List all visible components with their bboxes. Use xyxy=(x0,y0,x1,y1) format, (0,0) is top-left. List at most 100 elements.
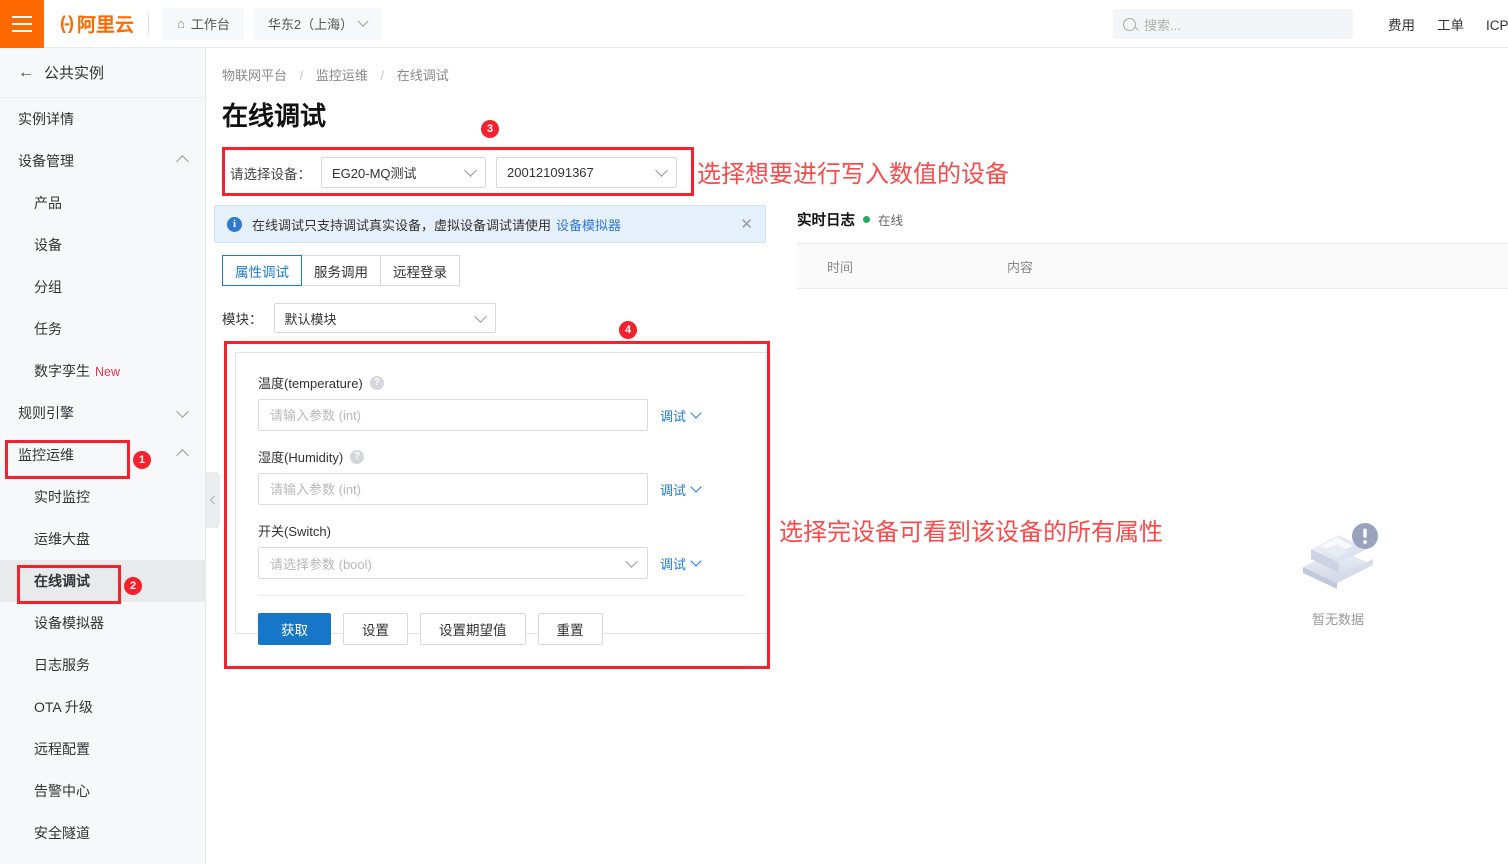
close-icon[interactable]: ✕ xyxy=(730,215,753,233)
action-button-1[interactable]: 设置 xyxy=(343,613,408,645)
sidebar-item-7[interactable]: 规则引擎 xyxy=(0,392,205,434)
sidebar-item-1[interactable]: 设备管理 xyxy=(0,140,205,182)
sidebar-item-2[interactable]: 产品 xyxy=(0,182,205,224)
sidebar-item-label: 实例详情 xyxy=(18,111,74,127)
chevron-down-icon[interactable] xyxy=(176,404,189,418)
info-alert-link-simulator[interactable]: 设备模拟器 xyxy=(556,215,621,234)
sidebar-item-4[interactable]: 分组 xyxy=(0,266,205,308)
help-icon[interactable]: ? xyxy=(369,375,384,390)
aliyun-logo[interactable]: (-) 阿里云 xyxy=(60,10,134,37)
chevron-down-icon xyxy=(357,15,369,27)
sidebar-item-8[interactable]: 监控运维 xyxy=(0,434,205,476)
property-field-1: 调试 xyxy=(258,473,746,505)
tab-service-call[interactable]: 服务调用 xyxy=(301,255,381,286)
module-select-value: 默认模块 xyxy=(284,311,337,327)
breadcrumb-item-online-debug[interactable]: 在线调试 xyxy=(397,68,449,83)
tab-service-call-label: 服务调用 xyxy=(314,264,368,280)
device-selector-label: 请选择设备： xyxy=(230,166,311,182)
search-box[interactable]: 搜索... xyxy=(1113,9,1353,39)
workbench-button[interactable]: ⌂ 工作台 xyxy=(163,7,244,40)
sidebar-item-label: 监控运维 xyxy=(18,447,74,463)
sidebar-item-3[interactable]: 设备 xyxy=(0,224,205,266)
sidebar-item-label: 告警中心 xyxy=(34,783,90,799)
chevron-down-icon xyxy=(690,407,702,419)
sidebar-item-label: 在线调试 xyxy=(34,573,90,589)
sidebar-item-5[interactable]: 任务 xyxy=(0,308,205,350)
tab-property-debug[interactable]: 属性调试 xyxy=(222,255,302,286)
product-select[interactable]: EG20-MQ测试 xyxy=(321,157,486,188)
debug-tabs: 属性调试 服务调用 远程登录 xyxy=(222,255,460,286)
device-select[interactable]: 200121091367 xyxy=(496,157,677,188)
property-label-1: 湿度(Humidity)? xyxy=(258,447,746,466)
sidebar-item-15[interactable]: 远程配置 xyxy=(0,728,205,770)
log-panel-title: 实时日志 xyxy=(797,213,855,229)
info-alert: i 在线调试只支持调试真实设备，虚拟设备调试请使用 设备模拟器 ✕ xyxy=(214,205,766,243)
chevron-up-icon[interactable] xyxy=(176,448,189,462)
property-select-2[interactable]: 请选择参数 (bool) xyxy=(258,547,648,579)
sidebar-item-11[interactable]: 在线调试 xyxy=(0,560,205,602)
chevron-up-icon[interactable] xyxy=(176,154,189,168)
sidebar-item-label: 规则引擎 xyxy=(18,405,74,421)
arrow-left-icon: ← xyxy=(18,63,34,81)
sidebar-back-public-instance[interactable]: ← 公共实例 xyxy=(0,48,205,98)
annotation-text-4: 选择完设备可看到该设备的所有属性 xyxy=(779,519,1163,546)
action-button-0[interactable]: 获取 xyxy=(258,613,331,645)
sidebar-item-6[interactable]: 数字孪生 New xyxy=(0,350,205,392)
chevron-down-icon xyxy=(690,481,702,493)
sidebar-item-label: 日志服务 xyxy=(34,657,90,673)
sidebar-item-17[interactable]: 安全隧道 xyxy=(0,812,205,854)
sidebar-item-label: 设备管理 xyxy=(18,153,74,169)
property-list: 温度(temperature)?调试湿度(Humidity)?调试开关(Swit… xyxy=(236,353,768,579)
sidebar-item-label: 任务 xyxy=(34,321,62,337)
header-link-billing[interactable]: 费用 xyxy=(1388,14,1415,34)
sidebar-item-10[interactable]: 运维大盘 xyxy=(0,518,205,560)
sidebar-item-0[interactable]: 实例详情 xyxy=(0,98,205,140)
sidebar-item-12[interactable]: 设备模拟器 xyxy=(0,602,205,644)
breadcrumb-item-platform[interactable]: 物联网平台 xyxy=(222,68,287,83)
sidebar-item-14[interactable]: OTA 升级 xyxy=(0,686,205,728)
action-button-2[interactable]: 设置期望值 xyxy=(420,613,526,645)
property-debug-toggle-1[interactable]: 调试 xyxy=(660,480,702,499)
sidebar-item-13[interactable]: 日志服务 xyxy=(0,644,205,686)
sidebar-back-label: 公共实例 xyxy=(44,65,105,82)
chevron-down-icon xyxy=(473,309,487,323)
tab-remote-login[interactable]: 远程登录 xyxy=(380,255,460,286)
sidebar-item-9[interactable]: 实时监控 xyxy=(0,476,205,518)
log-empty-state: 暂无数据 xyxy=(1273,515,1403,628)
annotation-badge-4: 4 xyxy=(619,321,637,339)
breadcrumb-separator: / xyxy=(299,68,304,83)
property-input-0[interactable] xyxy=(258,399,648,431)
header-link-tickets[interactable]: 工单 xyxy=(1437,14,1464,34)
property-debug-toggle-0[interactable]: 调试 xyxy=(660,406,702,425)
property-input-1[interactable] xyxy=(258,473,648,505)
action-button-3[interactable]: 重置 xyxy=(537,613,603,645)
sidebar-collapse-handle[interactable] xyxy=(206,472,220,528)
device-selector-row: 请选择设备： EG20-MQ测试 200121091367 xyxy=(222,148,694,197)
status-dot-icon xyxy=(863,216,870,223)
property-debug-toggle-2[interactable]: 调试 xyxy=(660,554,702,573)
region-selector[interactable]: 华东2（上海） xyxy=(253,7,382,40)
sidebar-item-new-tag: New xyxy=(95,365,121,379)
sidebar: ← 公共实例 实例详情设备管理产品 设备 分组任务数字孪生 New 规则引擎监控运维实时… xyxy=(0,48,206,864)
annotation-text-3: 选择想要进行写入数值的设备 xyxy=(697,161,1009,188)
product-select-value: EG20-MQ测试 xyxy=(332,166,417,181)
header-link-icp[interactable]: ICP 备案 xyxy=(1486,14,1508,34)
property-field-0: 调试 xyxy=(258,399,746,431)
breadcrumb-item-monitoring[interactable]: 监控运维 xyxy=(316,68,368,83)
module-select[interactable]: 默认模块 xyxy=(273,303,496,333)
property-label-0: 温度(temperature)? xyxy=(258,373,746,392)
log-table-header: 时间 内容 xyxy=(797,243,1508,289)
sidebar-item-16[interactable]: 告警中心 xyxy=(0,770,205,812)
sidebar-item-label: 运维大盘 xyxy=(34,531,90,547)
header-divider xyxy=(148,12,149,35)
property-field-2: 请选择参数 (bool) 调试 xyxy=(258,547,746,579)
help-icon[interactable]: ? xyxy=(350,449,365,464)
hamburger-menu-icon[interactable] xyxy=(0,0,44,48)
info-alert-text: 在线调试只支持调试真实设备，虚拟设备调试请使用 xyxy=(252,217,552,233)
breadcrumb-separator: / xyxy=(380,68,385,83)
sidebar-item-label: 远程配置 xyxy=(34,741,90,757)
page-root: (-) 阿里云 ⌂ 工作台 华东2（上海） 搜索... 费用 工单 ICP 备案… xyxy=(0,0,1508,864)
property-debug-label: 调试 xyxy=(660,482,687,498)
aliyun-logo-mark: (-) xyxy=(60,13,74,33)
property-action-buttons: 获取 设置 设置期望值 重置 xyxy=(236,596,768,645)
